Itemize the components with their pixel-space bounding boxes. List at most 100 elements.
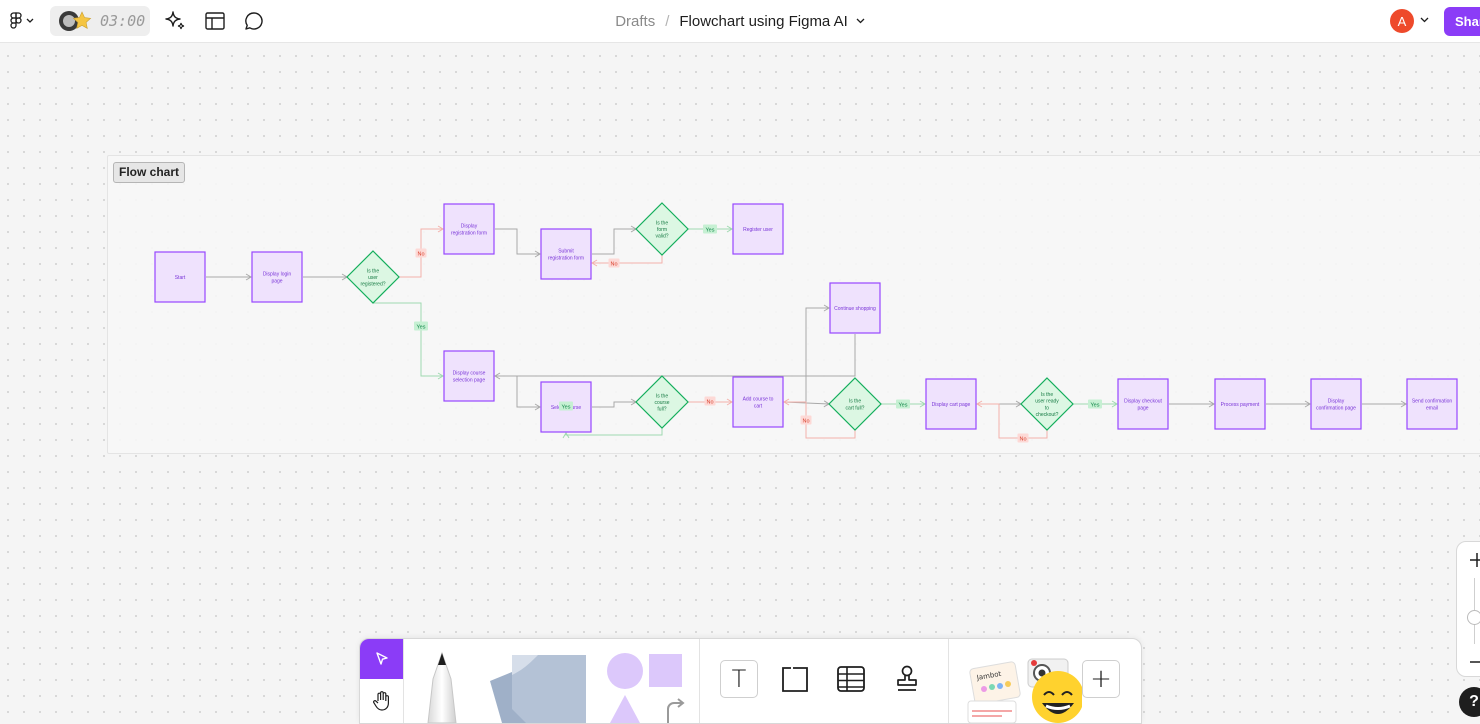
zoom-control — [1456, 541, 1480, 677]
node-label-line: valid? — [655, 234, 668, 240]
widgets-tool[interactable]: Jambot — [962, 653, 1082, 723]
flow-node-ready[interactable]: Is the user ready to checkout? — [1020, 377, 1074, 431]
flow-node-register[interactable]: Register user — [732, 203, 784, 255]
node-label: Process payment — [1221, 402, 1260, 408]
connector-valid-submit — [592, 255, 663, 264]
plus-icon: + — [1090, 664, 1112, 694]
edge-label-no: No — [1019, 436, 1026, 442]
flow-node-payment[interactable]: Process payment — [1214, 378, 1266, 430]
toolbar-divider — [948, 639, 949, 723]
table-tool[interactable] — [832, 660, 870, 698]
node-label-line: page — [271, 278, 282, 284]
hand-tool[interactable] — [360, 679, 403, 723]
node-label-line: registration form — [451, 230, 487, 236]
section-frame-icon — [782, 667, 808, 692]
edge-label-yes: Yes — [706, 227, 715, 233]
node-label: Continue shopping — [834, 306, 876, 312]
flow-node-login[interactable]: Display login page — [251, 251, 303, 303]
hand-icon — [372, 691, 389, 711]
flow-node-continue[interactable]: Continue shopping — [829, 282, 881, 334]
pencil-tool[interactable] — [418, 649, 466, 723]
text-tool-icon: T — [731, 665, 747, 693]
node-label-line: confirmation page — [1316, 405, 1356, 411]
flow-node-addcart[interactable]: Add course to cart — [732, 376, 784, 428]
widgets-icon: Jambot — [967, 658, 1082, 723]
text-tool[interactable]: T — [720, 660, 758, 698]
node-label-line: checkout? — [1036, 412, 1059, 418]
node-label-line: Continue shopping — [834, 306, 876, 312]
sticky-note-tool[interactable] — [480, 651, 595, 723]
flow-node-valid[interactable]: Is the form valid? — [635, 202, 689, 256]
flow-node-full[interactable]: Is the course full? — [635, 375, 689, 429]
toolbar-divider — [699, 639, 700, 723]
flow-node-registered[interactable]: Is the user registered? — [346, 250, 400, 304]
cursor-arrow-icon — [375, 652, 388, 665]
node-label-line: registered? — [360, 282, 385, 288]
node-label: Display course selection page — [453, 371, 486, 384]
edge-label-yes: Yes — [899, 402, 908, 408]
node-label-line: Is the — [849, 399, 861, 405]
flow-node-cartpage[interactable]: Display cart page — [925, 378, 977, 430]
flowchart-canvas: StartDisplay login pageIs the user register… — [154, 202, 1458, 443]
connector-continue-courses — [495, 334, 856, 377]
node-label-line: page — [1137, 405, 1148, 411]
edge-label-no: No — [706, 399, 713, 405]
flow-node-submit[interactable]: Submit registration form — [540, 228, 592, 280]
connector-regform-submit — [495, 228, 540, 255]
edge-label-yes: Yes — [562, 404, 571, 410]
connector-courses-select — [495, 375, 540, 408]
bottom-toolbar: T Jambot + — [359, 638, 1142, 724]
node-label: Display cart page — [932, 402, 971, 408]
node-label-line: user — [368, 275, 378, 281]
node-label-line: registration form — [548, 255, 584, 261]
flow-node-email[interactable]: Send confirmation email — [1406, 378, 1458, 430]
node-label-line: user ready — [1035, 399, 1059, 405]
zoom-out-button[interactable] — [1467, 652, 1480, 672]
flow-node-checkout[interactable]: Display checkout page — [1117, 378, 1169, 430]
node-label-line: Display — [461, 224, 478, 230]
edge-label-no: No — [802, 418, 809, 424]
edge-label-yes: Yes — [417, 324, 426, 330]
edge-label-no: No — [417, 251, 424, 257]
node-label-line: Process payment — [1221, 402, 1260, 408]
node-label-line: Display checkout — [1124, 399, 1162, 405]
node-label-line: form — [657, 227, 667, 233]
node-label-line: Register user — [743, 227, 773, 233]
node-label-line: full? — [657, 407, 666, 413]
node-label-line: Submit — [558, 249, 574, 255]
flow-node-start[interactable]: Start — [154, 251, 206, 303]
flow-node-confirm[interactable]: Display confirmation page — [1310, 378, 1362, 430]
node-label-line: email — [1426, 405, 1438, 411]
node-label-line: Is the — [656, 393, 668, 399]
node-label: Register user — [743, 227, 773, 233]
move-tool[interactable] — [360, 639, 403, 679]
table-icon — [837, 666, 865, 692]
zoom-in-button[interactable] — [1467, 550, 1480, 570]
connector-addcart-continue — [784, 307, 829, 403]
section-tool[interactable] — [776, 660, 814, 698]
node-label-line: to — [1045, 405, 1049, 411]
flow-node-cartfull[interactable]: Is the cart full? — [828, 377, 882, 431]
node-label-line: Display cart page — [932, 402, 971, 408]
connector-registered-courses — [373, 302, 443, 377]
more-tools-button[interactable]: + — [1082, 660, 1120, 698]
node-label-line: course — [654, 400, 669, 406]
node-label-line: cart — [754, 403, 763, 409]
flow-node-regform[interactable]: Display registration form — [443, 203, 495, 255]
node-label-line: Is the — [656, 220, 668, 226]
node-label-line: selection page — [453, 377, 485, 383]
minus-icon — [1470, 661, 1480, 663]
pencil-icon — [427, 651, 457, 723]
shapes-tool[interactable] — [602, 651, 686, 723]
zoom-slider-thumb[interactable] — [1467, 610, 1480, 625]
node-label-line: Display — [1328, 399, 1345, 405]
plus-icon — [1470, 553, 1480, 567]
toolbar-divider — [403, 639, 404, 723]
flow-node-courses[interactable]: Display course selection page — [443, 350, 495, 402]
shapes-icon — [607, 653, 685, 723]
stamp-tool[interactable] — [888, 660, 926, 698]
connector-select-full — [592, 401, 636, 408]
node-label: Is the form valid? — [655, 220, 668, 239]
edge-label-no: No — [610, 261, 617, 267]
node-label-line: Display course — [453, 371, 486, 377]
